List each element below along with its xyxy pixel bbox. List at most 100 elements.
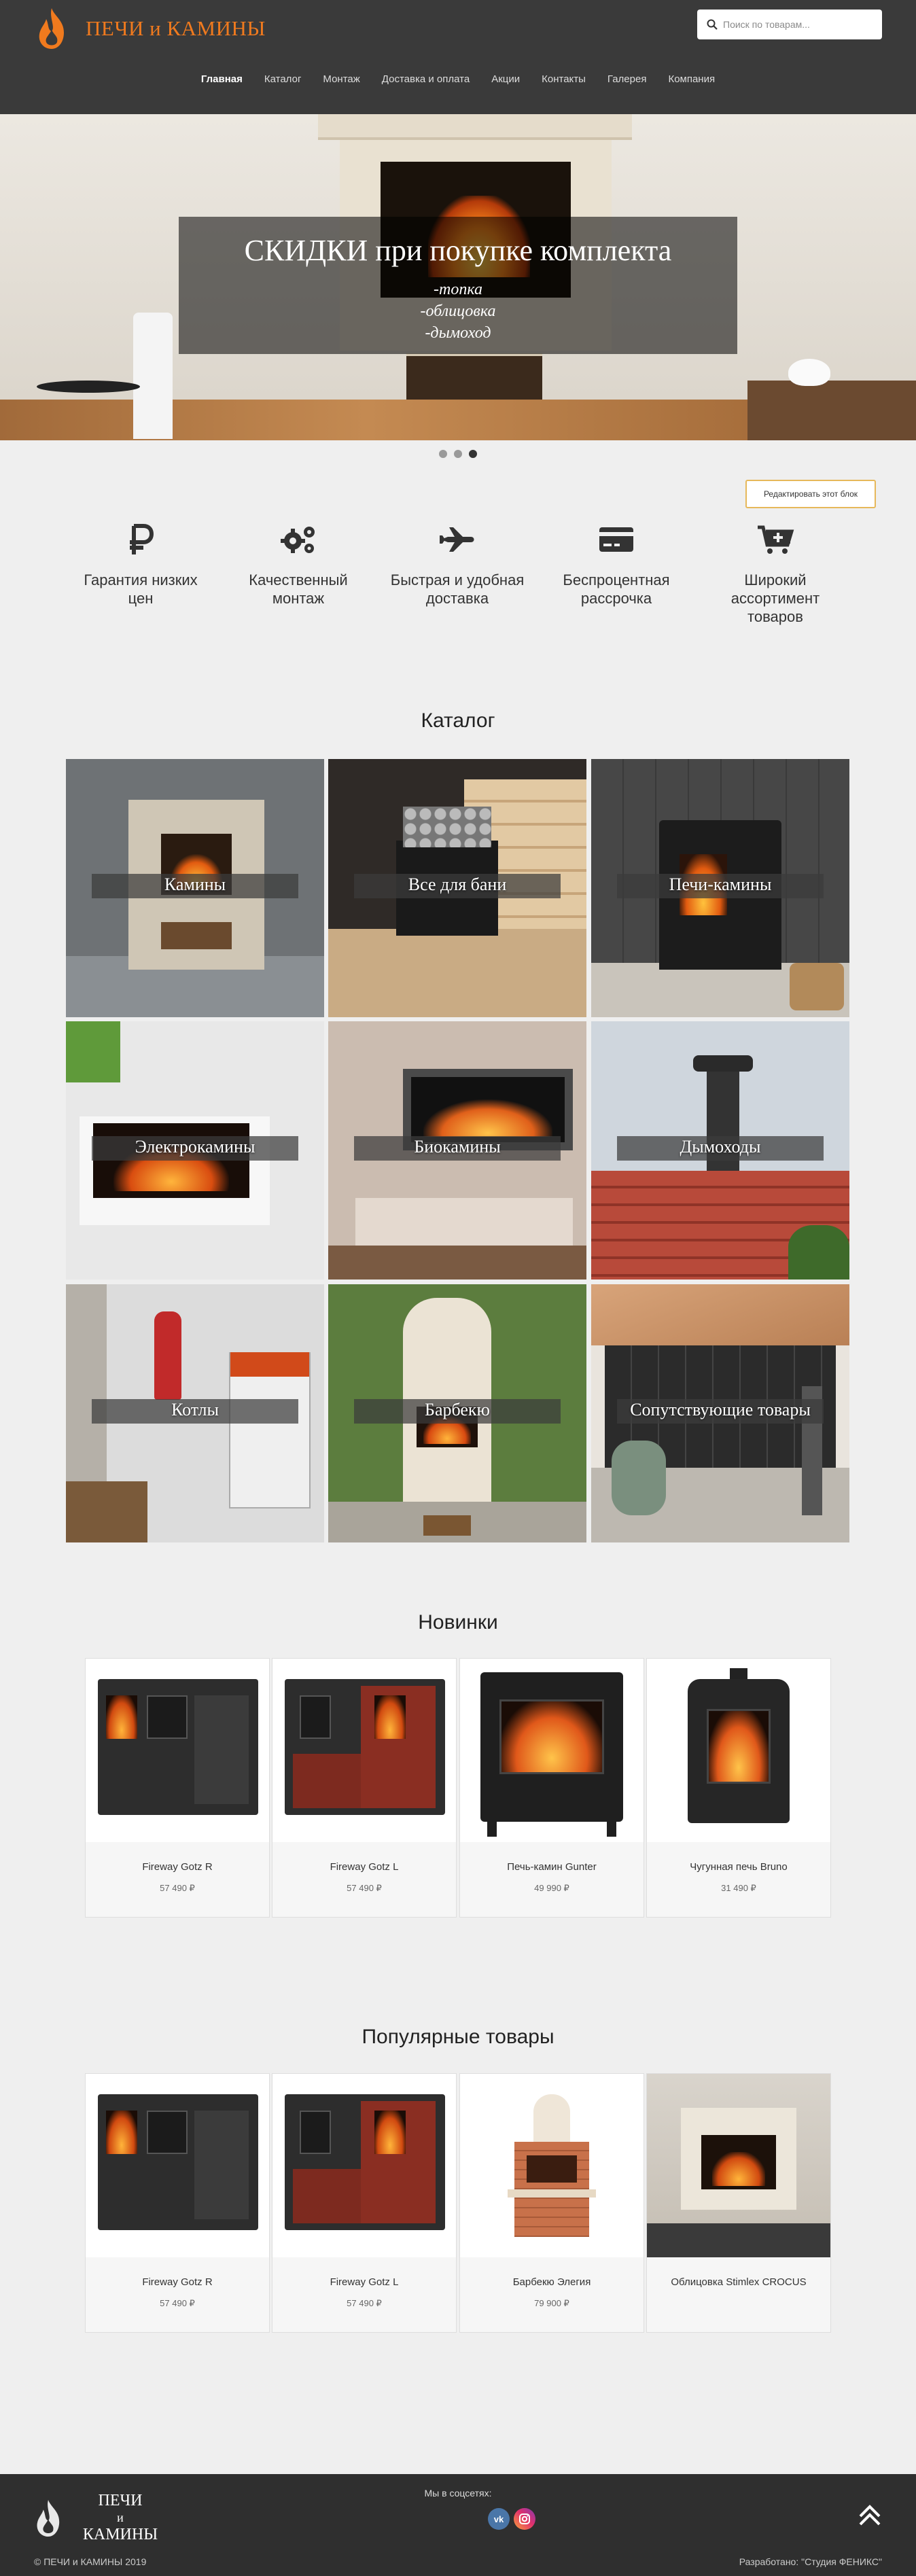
product-name[interactable]: Fireway Gotz L bbox=[272, 1861, 456, 1873]
product-name[interactable]: Облицовка Stimlex CROCUS bbox=[647, 2276, 830, 2288]
nav-item-installation[interactable]: Монтаж bbox=[323, 69, 359, 90]
product-image bbox=[460, 2074, 644, 2257]
hero-title: СКИДКИ при покупке комплекта bbox=[244, 234, 672, 267]
feature-installment: Беспроцентная рассрочка bbox=[548, 523, 684, 607]
instagram-icon[interactable] bbox=[514, 2508, 535, 2530]
feature-installation: Качественный монтаж bbox=[230, 523, 366, 607]
feature-assortment: Широкий ассортимент товаров bbox=[707, 523, 843, 626]
product-name[interactable]: Печь-камин Gunter bbox=[460, 1861, 644, 1873]
product-card[interactable]: Fireway Gotz L 57 490 ₽ bbox=[272, 1658, 457, 1918]
cart-plus-icon bbox=[758, 525, 794, 554]
nav-item-company[interactable]: Компания bbox=[668, 69, 715, 90]
product-price: 57 490 ₽ bbox=[347, 2298, 382, 2308]
hero-line: -топка bbox=[434, 281, 482, 298]
product-name[interactable]: Fireway Gotz R bbox=[86, 2276, 269, 2288]
product-card[interactable]: Барбекю Элегия 79 900 ₽ bbox=[459, 2073, 644, 2333]
slider-dot[interactable] bbox=[439, 450, 447, 458]
catalog-tile-label: Котлы bbox=[171, 1400, 219, 1419]
catalog-title: Каталог bbox=[421, 709, 495, 732]
nav-item-catalog[interactable]: Каталог bbox=[264, 69, 302, 90]
slider-dot[interactable] bbox=[454, 450, 462, 458]
nav-item-gallery[interactable]: Галерея bbox=[607, 69, 647, 90]
new-products-title: Новинки bbox=[418, 1611, 498, 1634]
product-image bbox=[86, 2074, 269, 2257]
product-name[interactable]: Чугунная печь Bruno bbox=[647, 1861, 830, 1873]
flame-logo-icon[interactable] bbox=[31, 7, 72, 50]
ruble-icon bbox=[130, 524, 154, 554]
search-box bbox=[697, 10, 882, 39]
catalog-tile-label: Сопутствующие товары bbox=[630, 1400, 811, 1419]
feature-label: Качественный монтаж bbox=[249, 571, 348, 607]
site-header: ПЕЧИ и КАМИНЫ Главная Каталог Монтаж Достав… bbox=[0, 0, 916, 114]
feature-delivery: Быстрая и удобная доставка bbox=[389, 523, 525, 607]
hero-slider[interactable]: СКИДКИ при покупке комплекта -топка -обл… bbox=[0, 114, 916, 440]
feature-label: Широкий ассортимент товаров bbox=[730, 571, 820, 625]
product-price: 31 490 ₽ bbox=[721, 1883, 756, 1893]
hero-line: -дымоход bbox=[425, 324, 491, 342]
developer-credit[interactable]: Разработано: "Студия ФЕНИКС" bbox=[739, 2556, 882, 2567]
nav-item-promotions[interactable]: Акции bbox=[491, 69, 520, 90]
site-footer: ПЕЧИ и КАМИНЫ Мы в соцсетях: vk © ПЕЧИ и… bbox=[0, 2474, 916, 2576]
catalog-tile-label: Электрокамины bbox=[135, 1137, 256, 1157]
catalog-tile-bio[interactable]: Биокамины bbox=[328, 1021, 586, 1280]
product-image bbox=[460, 1659, 644, 1842]
product-card[interactable]: Fireway Gotz L 57 490 ₽ bbox=[272, 2073, 457, 2333]
product-card[interactable]: Fireway Gotz R 57 490 ₽ bbox=[85, 2073, 270, 2333]
slider-dots bbox=[435, 450, 481, 459]
slider-dot-active[interactable] bbox=[469, 450, 477, 458]
product-card[interactable]: Чугунная печь Bruno 31 490 ₽ bbox=[646, 1658, 831, 1918]
search-input[interactable] bbox=[723, 10, 877, 39]
catalog-tile-chimneys[interactable]: Дымоходы bbox=[591, 1021, 849, 1280]
catalog-tile-label: Все для бани bbox=[408, 875, 507, 894]
product-price: 57 490 ₽ bbox=[160, 1883, 195, 1893]
product-price: 79 900 ₽ bbox=[534, 2298, 569, 2308]
product-name[interactable]: Барбекю Элегия bbox=[460, 2276, 644, 2288]
feature-label: Беспроцентная рассрочка bbox=[563, 571, 670, 607]
hero-line: -облицовка bbox=[420, 302, 496, 320]
brand-name[interactable]: ПЕЧИ и КАМИНЫ bbox=[86, 16, 266, 41]
product-price: 57 490 ₽ bbox=[160, 2298, 195, 2308]
product-card[interactable]: Печь-камин Gunter 49 990 ₽ bbox=[459, 1658, 644, 1918]
catalog-tile-accessories[interactable]: Сопутствующие товары bbox=[591, 1284, 849, 1542]
product-image bbox=[86, 1659, 269, 1842]
product-image bbox=[647, 1659, 830, 1842]
search-icon[interactable] bbox=[707, 19, 718, 30]
plane-icon bbox=[440, 527, 474, 552]
catalog-tile-label: Биокамины bbox=[414, 1137, 501, 1157]
catalog-tile-label: Барбекю bbox=[425, 1400, 490, 1419]
catalog-tile-bbq[interactable]: Барбекю bbox=[328, 1284, 586, 1542]
footer-brand[interactable]: ПЕЧИ и КАМИНЫ bbox=[76, 2490, 164, 2545]
flame-logo-icon[interactable] bbox=[30, 2496, 67, 2541]
popular-products-title: Популярные товары bbox=[362, 2026, 554, 2048]
catalog-tile-stove-fireplaces[interactable]: Печи-камины bbox=[591, 759, 849, 1017]
credit-card-icon bbox=[599, 527, 633, 552]
hero-caption: СКИДКИ при покупке комплекта -топка -обл… bbox=[179, 217, 737, 354]
catalog-tile-boilers[interactable]: Котлы bbox=[66, 1284, 324, 1542]
product-name[interactable]: Fireway Gotz L bbox=[272, 2276, 456, 2288]
main-nav: Главная Каталог Монтаж Доставка и оплата Акц… bbox=[0, 69, 916, 90]
nav-item-home[interactable]: Главная bbox=[201, 69, 243, 90]
feature-label: Гарантия низких цен bbox=[84, 571, 198, 607]
edit-block-button[interactable]: Редактировать этот блок bbox=[745, 480, 876, 508]
product-name[interactable]: Fireway Gotz R bbox=[86, 1861, 269, 1873]
gears-icon bbox=[281, 527, 315, 553]
catalog-tile-electric[interactable]: Электрокамины bbox=[66, 1021, 324, 1280]
vk-icon[interactable]: vk bbox=[488, 2508, 510, 2530]
product-image bbox=[647, 2074, 830, 2257]
nav-item-contacts[interactable]: Контакты bbox=[542, 69, 586, 90]
product-image bbox=[272, 2074, 456, 2257]
catalog-tile-fireplaces[interactable]: Камины bbox=[66, 759, 324, 1017]
product-card[interactable]: Облицовка Stimlex CROCUS bbox=[646, 2073, 831, 2333]
catalog-tile-label: Камины bbox=[164, 875, 226, 894]
product-price: 49 990 ₽ bbox=[534, 1883, 569, 1893]
catalog-tile-label: Дымоходы bbox=[680, 1137, 761, 1157]
product-image bbox=[272, 1659, 456, 1842]
catalog-tile-sauna[interactable]: Все для бани bbox=[328, 759, 586, 1017]
catalog-tile-label: Печи-камины bbox=[669, 875, 772, 894]
copyright-text: © ПЕЧИ и КАМИНЫ 2019 bbox=[34, 2556, 147, 2567]
product-price: 57 490 ₽ bbox=[347, 1883, 382, 1893]
product-card[interactable]: Fireway Gotz R 57 490 ₽ bbox=[85, 1658, 270, 1918]
nav-item-delivery[interactable]: Доставка и оплата bbox=[382, 69, 470, 90]
social-label: Мы в соцсетях: bbox=[424, 2488, 492, 2499]
scroll-to-top-icon[interactable] bbox=[855, 2501, 885, 2531]
